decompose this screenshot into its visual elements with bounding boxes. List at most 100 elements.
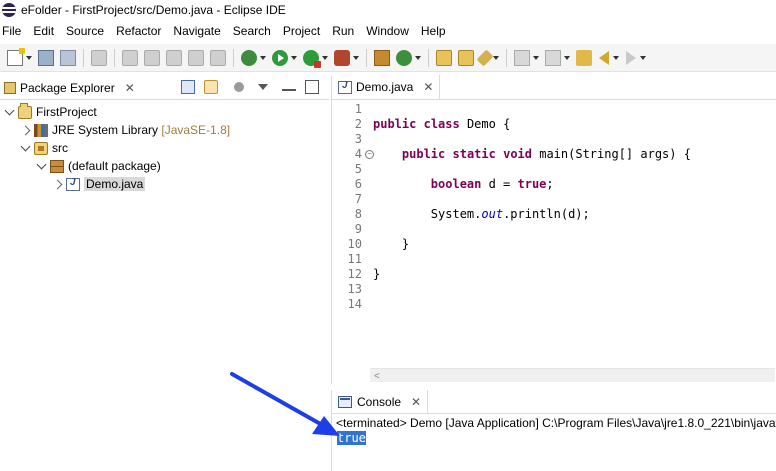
- tree-item-label: (default package): [68, 159, 161, 173]
- debug-icon[interactable]: [241, 49, 257, 66]
- expand-chevron-icon[interactable]: [20, 141, 31, 152]
- line-number: 9: [354, 222, 362, 236]
- forward-dropdown-icon[interactable]: [640, 55, 646, 60]
- back-icon[interactable]: [599, 50, 609, 65]
- tree-item-project[interactable]: FirstProject: [0, 102, 329, 121]
- expand-chevron-icon[interactable]: [4, 105, 15, 116]
- code-text: main(String[] args) {: [532, 147, 691, 161]
- project-tree: FirstProject JRE System Library [JavaSE-…: [0, 100, 329, 193]
- open-type-icon[interactable]: [436, 49, 452, 66]
- tab-console[interactable]: Console ✕: [332, 389, 429, 414]
- tree-item-src[interactable]: src: [0, 139, 329, 157]
- view-menu-icon[interactable]: [258, 84, 268, 90]
- skip-breakpoints-icon[interactable]: [91, 49, 107, 66]
- menu-help[interactable]: Help: [421, 24, 446, 38]
- line-number: 13: [347, 282, 362, 296]
- filter-icon[interactable]: [234, 82, 244, 92]
- back-dropdown-icon[interactable]: [613, 55, 619, 60]
- maximize-icon[interactable]: [305, 80, 319, 94]
- tree-item-label: FirstProject: [36, 105, 97, 119]
- external-tools-icon[interactable]: [334, 49, 350, 66]
- code-editor[interactable]: 1 2 3 4− 5 6 7 8 9 10 11 12 13 14 public…: [332, 102, 776, 370]
- line-number-with-fold: 4−: [332, 147, 374, 162]
- console-output[interactable]: true: [332, 430, 776, 446]
- menu-source[interactable]: Source: [66, 24, 104, 38]
- collapse-chevron-icon[interactable]: [52, 179, 63, 189]
- menu-run[interactable]: Run: [332, 24, 354, 38]
- keyword: public: [401, 147, 446, 161]
- collapse-chevron-icon[interactable]: [20, 125, 31, 135]
- menu-refactor[interactable]: Refactor: [116, 24, 161, 38]
- horizontal-scrollbar[interactable]: <: [370, 368, 775, 382]
- menu-navigate[interactable]: Navigate: [173, 24, 220, 38]
- close-icon[interactable]: ✕: [423, 80, 433, 94]
- save-icon[interactable]: [38, 49, 54, 66]
- scroll-left-icon[interactable]: <: [374, 371, 380, 382]
- project-folder-icon: [18, 102, 32, 119]
- coverage-dropdown-icon[interactable]: [322, 55, 328, 60]
- toolbar-separator: [233, 48, 234, 67]
- java-file-icon: [66, 177, 80, 191]
- expand-chevron-icon[interactable]: [36, 159, 47, 170]
- coverage-icon[interactable]: [303, 49, 321, 68]
- tree-item-default-package[interactable]: (default package): [0, 157, 329, 175]
- keyword: void: [503, 147, 532, 161]
- close-icon[interactable]: ✕: [125, 81, 135, 95]
- line-number: 4: [354, 147, 362, 161]
- menu-file[interactable]: File: [2, 24, 21, 38]
- previous-annotation-icon[interactable]: [545, 49, 561, 66]
- minimize-icon[interactable]: [282, 89, 296, 91]
- new-class-dropdown-icon[interactable]: [415, 55, 421, 60]
- forward-icon[interactable]: [626, 50, 636, 65]
- editor-tab-bar: Demo.java ✕: [332, 75, 776, 100]
- new-package-icon[interactable]: [374, 49, 390, 66]
- run-icon[interactable]: [272, 49, 288, 66]
- next-annotation-icon[interactable]: [514, 49, 530, 66]
- main-toolbar: [0, 44, 776, 72]
- code-text: ;: [546, 177, 554, 191]
- package-explorer-title[interactable]: Package Explorer: [20, 81, 115, 95]
- word-wrap-icon[interactable]: [188, 49, 204, 66]
- menu-project[interactable]: Project: [283, 24, 320, 38]
- new-class-icon[interactable]: [396, 49, 412, 66]
- static-field: out: [481, 207, 504, 221]
- open-task-icon[interactable]: [458, 49, 474, 66]
- line-number: 6: [354, 177, 362, 191]
- console-output-text: true: [337, 431, 366, 445]
- tree-item-demo-java[interactable]: Demo.java: [0, 175, 329, 193]
- line-number: 12: [347, 267, 362, 281]
- last-edit-location-icon[interactable]: [576, 49, 592, 66]
- mark-occurrences-icon[interactable]: [144, 49, 160, 66]
- block-selection-icon[interactable]: [166, 49, 182, 66]
- next-annotation-dropdown-icon[interactable]: [533, 55, 539, 60]
- close-icon[interactable]: ✕: [411, 395, 421, 409]
- tab-demo-java[interactable]: Demo.java ✕: [332, 75, 441, 99]
- link-with-editor-icon[interactable]: [204, 80, 218, 94]
- edit-dropdown-icon[interactable]: [493, 55, 499, 60]
- previous-annotation-dropdown-icon[interactable]: [564, 55, 570, 60]
- run-dropdown-icon[interactable]: [291, 55, 297, 60]
- menu-window[interactable]: Window: [366, 24, 409, 38]
- edit-icon[interactable]: [476, 49, 494, 66]
- package-explorer-tools: [172, 80, 319, 94]
- new-dropdown-icon[interactable]: [26, 55, 32, 60]
- toolbar-separator: [506, 48, 507, 67]
- menu-edit[interactable]: Edit: [33, 24, 54, 38]
- code-text: }: [401, 237, 410, 251]
- tree-item-jre-library[interactable]: JRE System Library [JavaSE-1.8]: [0, 121, 329, 139]
- debug-dropdown-icon[interactable]: [260, 55, 266, 60]
- menu-search[interactable]: Search: [233, 24, 271, 38]
- whitespace-icon[interactable]: [210, 49, 226, 66]
- collapse-all-icon[interactable]: [181, 80, 195, 94]
- new-icon[interactable]: [7, 47, 25, 66]
- package-icon: [50, 159, 64, 173]
- save-all-icon[interactable]: [60, 49, 76, 66]
- external-tools-dropdown-icon[interactable]: [353, 55, 359, 60]
- keyword: public: [373, 117, 417, 131]
- toggle-breakpoint-icon[interactable]: [122, 49, 138, 66]
- line-number: 8: [354, 207, 362, 221]
